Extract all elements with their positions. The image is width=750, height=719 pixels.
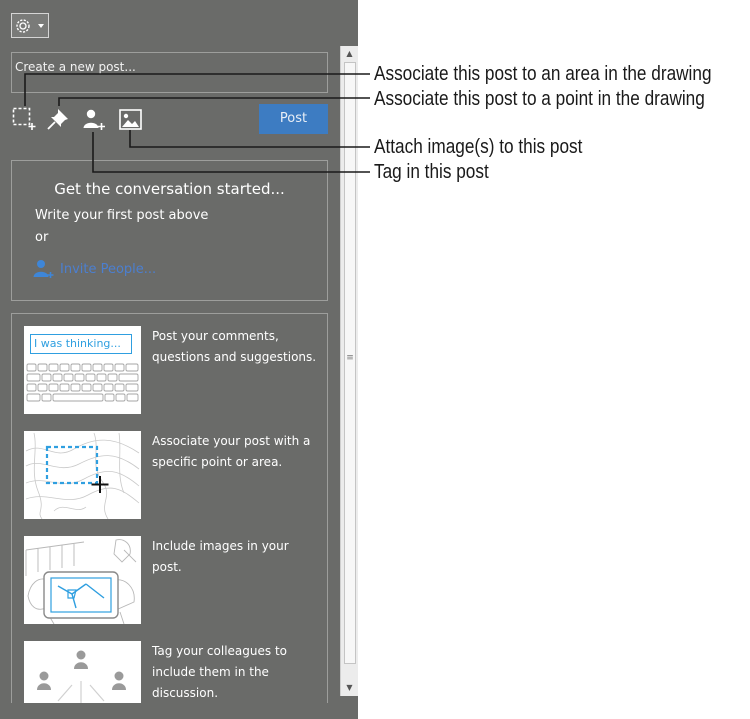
tip-text-tag: Tag your colleagues to include them in t…	[152, 644, 287, 700]
new-post-input[interactable]: Create a new post...	[11, 52, 328, 93]
chevron-down-icon	[38, 24, 44, 28]
settings-dropdown-button[interactable]	[11, 13, 49, 38]
tips-list: I was thinking... Post your comments, qu…	[11, 313, 328, 703]
scrollbar-thumb[interactable]: ≡	[344, 62, 356, 664]
area-select-icon[interactable]	[12, 107, 36, 131]
conversation-title: Get the conversation started...	[54, 180, 285, 198]
invite-person-icon	[33, 260, 54, 278]
settings-gear-icon	[16, 19, 44, 33]
colleagues-illustration	[24, 641, 141, 703]
post-panel: Create a new post... Post Get the conver…	[0, 0, 358, 719]
keyboard-illustration: I was thinking...	[24, 326, 141, 414]
conversation-hint: Write your first post above	[35, 208, 209, 223]
grip-icon: ≡	[346, 353, 354, 363]
vertical-scrollbar[interactable]: ▲ ≡ ▼	[340, 46, 358, 696]
pushpin-icon[interactable]	[46, 107, 72, 131]
illustration-text: I was thinking...	[34, 337, 121, 350]
tip-text-comments: Post your comments, questions and sugges…	[152, 329, 317, 364]
post-button[interactable]: Post	[259, 104, 328, 134]
invite-people-link[interactable]: Invite People...	[32, 259, 156, 279]
callout-point: Associate this post to a point in the dr…	[374, 88, 705, 110]
image-icon[interactable]	[119, 109, 143, 131]
illustration-text-box: I was thinking...	[30, 334, 132, 354]
conversation-or: or	[35, 230, 49, 245]
tag-person-icon[interactable]	[82, 108, 106, 132]
callout-area: Associate this post to an area in the dr…	[374, 63, 712, 85]
scroll-down-arrow-icon[interactable]: ▼	[341, 680, 358, 696]
callout-tag: Tag in this post	[374, 161, 489, 183]
images-illustration	[24, 536, 141, 624]
new-post-placeholder: Create a new post...	[15, 60, 136, 74]
area-select-illustration	[24, 431, 141, 519]
tip-text-images: Include images in your post.	[152, 539, 289, 574]
invite-people-label: Invite People...	[60, 261, 157, 277]
scroll-up-arrow-icon[interactable]: ▲	[341, 46, 358, 62]
tip-text-associate: Associate your post with a specific poin…	[152, 434, 311, 469]
conversation-box: Get the conversation started... Write yo…	[11, 160, 328, 301]
callout-image: Attach image(s) to this post	[374, 136, 583, 158]
